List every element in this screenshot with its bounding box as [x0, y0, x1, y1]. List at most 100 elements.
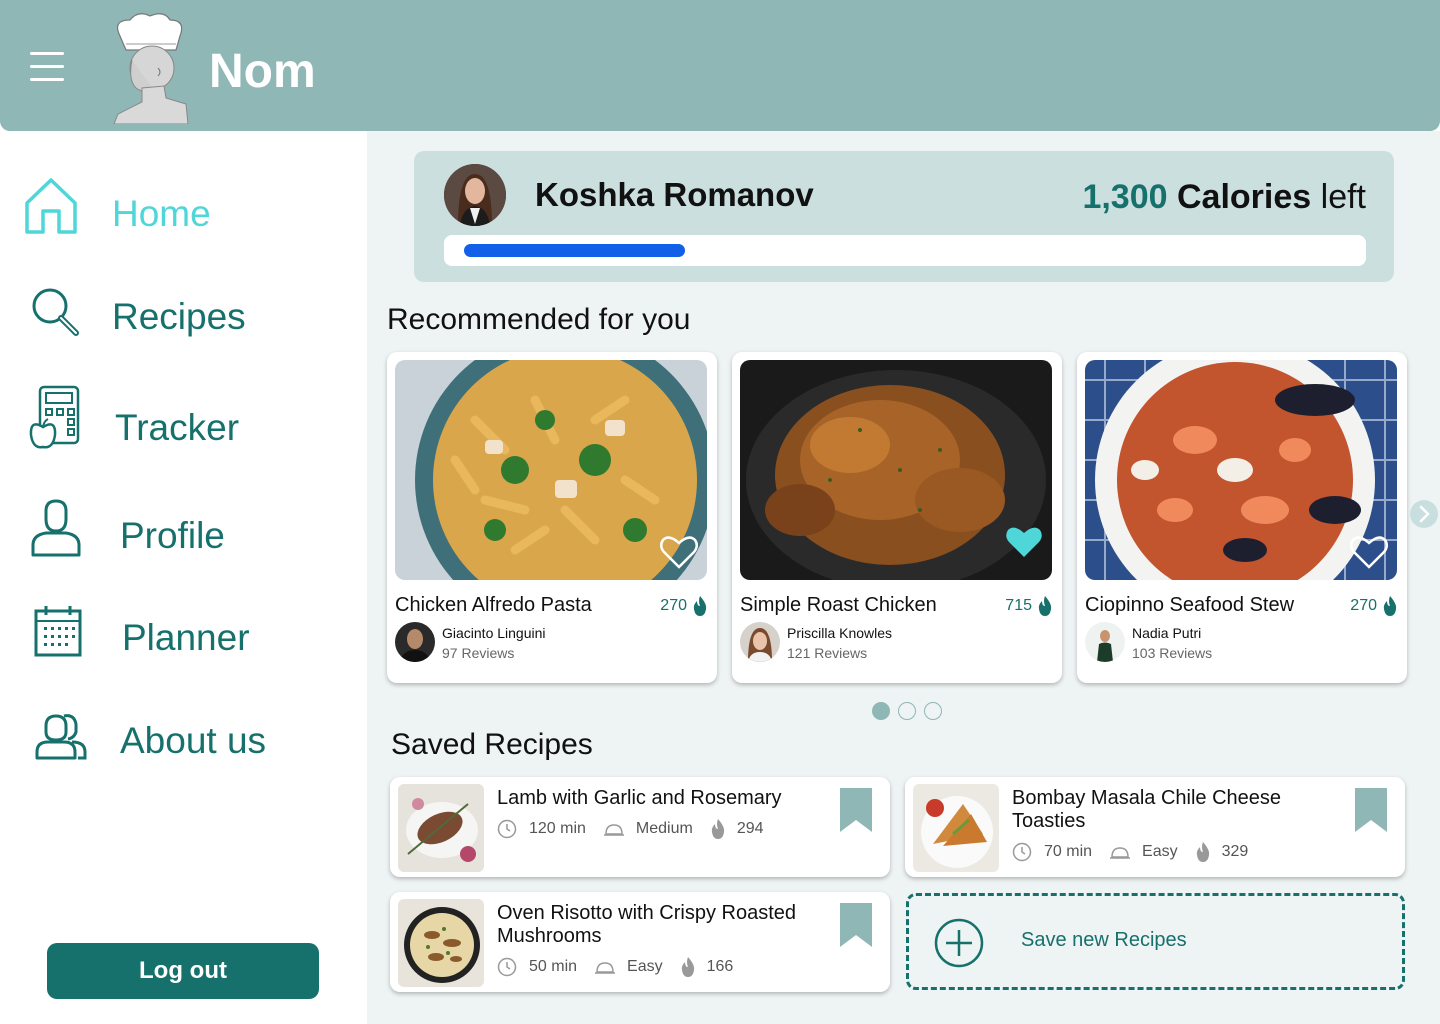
flame-icon — [711, 819, 724, 839]
saved-recipe-card[interactable]: Lamb with Garlic and Rosemary 120 min Me… — [390, 777, 890, 877]
author-name: Giacinto Linguini — [442, 625, 546, 641]
search-icon — [32, 288, 79, 336]
saved-recipes-title: Saved Recipes — [391, 728, 593, 761]
review-count: 103 Reviews — [1132, 645, 1213, 661]
sidebar-item-label: About us — [120, 720, 267, 761]
flame-icon — [693, 596, 707, 616]
saved-recipe-title: Oven Risotto with Crispy Roasted Mushroo… — [497, 902, 797, 947]
recipe-calories: 329 — [1221, 843, 1249, 860]
clock-icon — [1012, 842, 1032, 862]
recommended-title: Recommended for you — [387, 303, 691, 336]
heart-filled-icon[interactable] — [1004, 524, 1044, 560]
recipe-calories: 270 — [660, 597, 687, 614]
chevron-right-icon — [1419, 505, 1430, 523]
avatar[interactable] — [444, 164, 506, 226]
main-content: Koshka Romanov 1,300 Calories left Recom… — [367, 131, 1440, 1024]
calories-left: 1,300 Calories left — [1082, 178, 1366, 217]
calculator-apple-icon — [29, 385, 80, 449]
recipe-title: Chicken Alfredo Pasta — [395, 594, 592, 616]
calories-value: 1,300 — [1082, 178, 1168, 216]
recipe-card[interactable]: Chicken Alfredo Pasta 270 Giacinto Lingu… — [387, 352, 717, 683]
recipe-image — [398, 899, 484, 987]
carousel-next-button[interactable] — [1410, 500, 1438, 528]
recipe-calories: 294 — [736, 820, 764, 837]
sidebar-item-tracker[interactable]: Tracker — [0, 383, 367, 463]
recipe-calories: 715 — [1005, 597, 1032, 614]
cloche-icon — [595, 962, 616, 974]
hamburger-menu-icon[interactable] — [30, 52, 64, 84]
author-avatar[interactable] — [395, 622, 435, 662]
recipe-meta: 50 min Easy 166 — [497, 957, 733, 977]
author-name: Priscilla Knowles — [787, 625, 893, 641]
recipe-time: 70 min — [1044, 843, 1093, 860]
save-new-label: Save new Recipes — [1021, 929, 1187, 951]
saved-recipe-card[interactable]: Oven Risotto with Crispy Roasted Mushroo… — [390, 892, 890, 992]
author-name: Nadia Putri — [1132, 625, 1202, 641]
recipe-difficulty: Medium — [635, 820, 693, 837]
sidebar-item-label: Tracker — [115, 407, 240, 448]
recipe-calories: 270 — [1350, 597, 1377, 614]
review-count: 121 Reviews — [787, 645, 868, 661]
plus-circle-icon — [934, 918, 984, 968]
saved-recipe-title: Lamb with Garlic and Rosemary — [497, 787, 782, 809]
app-header: Nom — [0, 0, 1440, 131]
author-avatar[interactable] — [1085, 622, 1125, 662]
sidebar-item-label: Recipes — [112, 296, 246, 337]
recipe-image — [398, 784, 484, 872]
recipe-meta: 70 min Easy 329 — [1012, 842, 1248, 862]
sidebar-item-planner[interactable]: Planner — [0, 593, 367, 673]
cloche-icon — [603, 824, 624, 836]
sidebar-item-about-us[interactable]: About us — [0, 698, 367, 778]
sidebar-item-profile[interactable]: Profile — [0, 491, 367, 571]
carousel-dot[interactable] — [898, 702, 916, 720]
flame-icon — [681, 957, 694, 977]
clock-icon — [497, 957, 517, 977]
recipe-card[interactable]: Ciopinno Seafood Stew 270 Nadia Putri 10… — [1077, 352, 1407, 683]
carousel-dot[interactable] — [924, 702, 942, 720]
carousel-dot[interactable] — [872, 702, 890, 720]
cloche-icon — [1110, 847, 1131, 859]
sidebar: Home Recipes Tracker Profile Planner Abo… — [0, 131, 367, 1024]
chef-bust-logo — [108, 10, 192, 125]
user-summary-card: Koshka Romanov 1,300 Calories left — [414, 151, 1394, 282]
logout-button[interactable]: Log out — [47, 943, 319, 999]
user-icon — [31, 499, 81, 557]
heart-icon[interactable] — [659, 534, 699, 570]
sidebar-item-label: Home — [112, 193, 211, 234]
flame-icon — [1038, 596, 1052, 616]
calories-suffix: left — [1320, 178, 1366, 216]
review-count: 97 Reviews — [442, 645, 515, 661]
recipe-difficulty: Easy — [1142, 843, 1178, 860]
group-icon — [35, 714, 87, 760]
recipe-time: 120 min — [529, 820, 586, 837]
save-new-recipe-button[interactable]: Save new Recipes — [906, 893, 1405, 990]
calorie-progress-fill — [464, 244, 685, 257]
recipe-meta: 120 min Medium 294 — [497, 819, 764, 839]
recipe-difficulty: Easy — [627, 958, 663, 975]
recipe-title: Simple Roast Chicken — [740, 594, 937, 616]
flame-icon — [1196, 842, 1209, 862]
bookmark-icon[interactable] — [840, 788, 872, 832]
clock-icon — [497, 819, 517, 839]
bookmark-icon[interactable] — [840, 903, 872, 947]
heart-icon[interactable] — [1349, 534, 1389, 570]
saved-recipe-title: Bombay Masala Chile Cheese Toasties — [1012, 787, 1282, 832]
recipe-image — [913, 784, 999, 872]
sidebar-item-home[interactable]: Home — [0, 171, 367, 251]
calendar-icon — [34, 606, 82, 657]
recipe-calories: 166 — [706, 958, 734, 975]
recipe-title: Ciopinno Seafood Stew — [1085, 594, 1295, 616]
recipe-card[interactable]: Simple Roast Chicken 715 Priscilla Knowl… — [732, 352, 1062, 683]
calories-word: Calories — [1177, 178, 1312, 216]
flame-icon — [1383, 596, 1397, 616]
home-icon — [25, 178, 77, 234]
sidebar-item-recipes[interactable]: Recipes — [0, 274, 367, 354]
user-name: Koshka Romanov — [535, 176, 814, 213]
calorie-progress-bar — [444, 235, 1366, 266]
recipe-time: 50 min — [529, 958, 578, 975]
saved-recipe-card[interactable]: Bombay Masala Chile Cheese Toasties 70 m… — [905, 777, 1405, 877]
bookmark-icon[interactable] — [1355, 788, 1387, 832]
sidebar-item-label: Profile — [120, 515, 225, 556]
author-avatar[interactable] — [740, 622, 780, 662]
sidebar-item-label: Planner — [122, 617, 250, 658]
